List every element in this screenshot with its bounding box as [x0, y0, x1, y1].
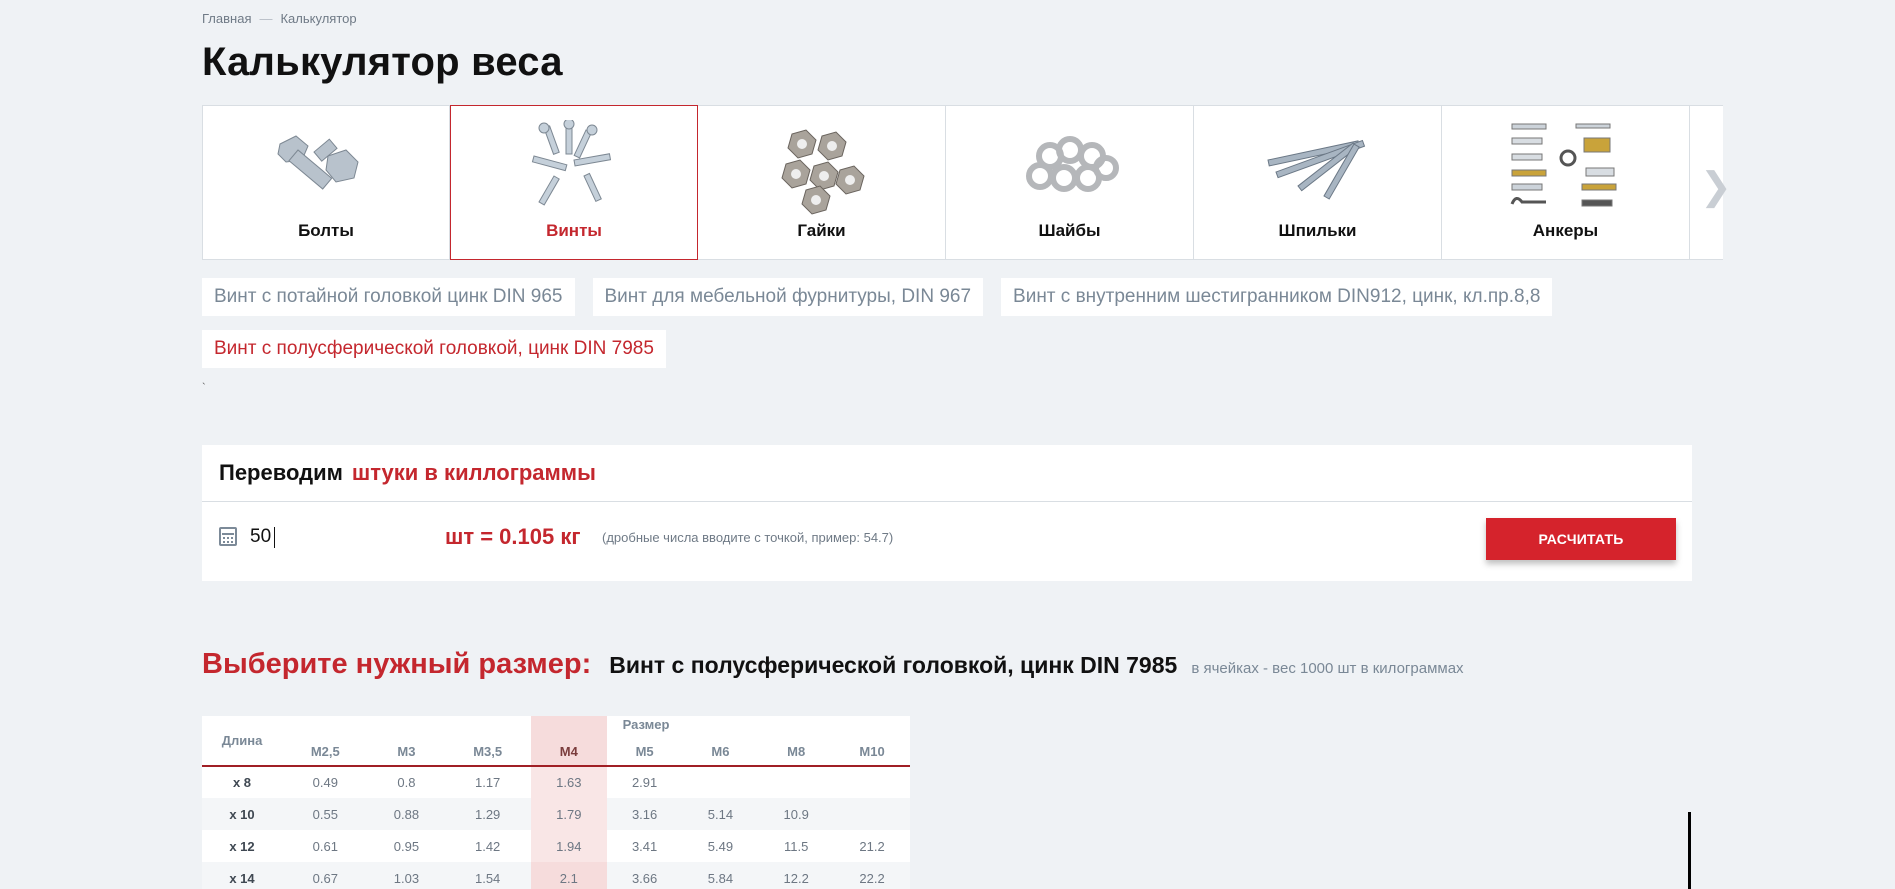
table-note: в ячейках - вес 1000 шт в килограммах	[1191, 660, 1464, 677]
size-column-header[interactable]: M5	[606, 716, 683, 767]
weight-cell[interactable]: 1.79	[530, 798, 607, 830]
studs-image	[1266, 139, 1365, 200]
weight-cell[interactable]: 3.41	[607, 830, 683, 862]
weight-cell[interactable]: 0.49	[282, 766, 369, 798]
weight-cell[interactable]: 1.29	[444, 798, 531, 830]
weight-cell[interactable]: 3.66	[606, 862, 683, 889]
weight-cell[interactable]: 11.5	[758, 830, 834, 862]
calculate-button[interactable]: РАСЧИТАТЬ	[1486, 518, 1676, 560]
weight-cell[interactable]: 21.2	[834, 830, 910, 862]
weight-cell[interactable]: 1.42	[444, 830, 531, 862]
weight-cell[interactable]: 12.2	[758, 862, 835, 889]
weight-cell[interactable]: 5.84	[682, 862, 759, 889]
carousel-next-arrow-icon[interactable]: ❯	[1700, 164, 1732, 209]
product-name: Винт с полусферической головкой, цинк DI…	[609, 652, 1178, 678]
weight-cell[interactable]: 5.49	[683, 830, 759, 862]
scrollbar-thumb[interactable]	[1688, 812, 1691, 889]
length-label: x 12	[229, 838, 255, 854]
table-row: x 8 0.49 0.8 1.17 1.63 2.91	[202, 766, 910, 798]
calculator-title-red: штуки в киллограммы	[351, 460, 596, 485]
weight-cell[interactable]: 5.14	[682, 798, 759, 830]
subcategory-din965[interactable]: Винт с потайной головкой цинк DIN 965	[202, 278, 575, 316]
breadcrumb-current: Калькулятор	[280, 11, 357, 26]
category-carousel: Болты Винты Гайки Шайбы Шпильки Анкеры	[202, 105, 1727, 260]
washers-image	[1025, 136, 1119, 192]
table-row: x 14 0.67 1.03 1.54 2.1 3.66 5.84 12.2 22.2	[202, 862, 910, 889]
weight-cell[interactable]: 2.91	[607, 766, 683, 798]
weight-cell	[758, 766, 834, 798]
category-label: Шпильки	[1278, 221, 1357, 240]
length-label: x 14	[202, 862, 282, 889]
size-column-header[interactable]: M6	[682, 716, 759, 767]
weight-cell[interactable]: 0.67	[282, 862, 369, 889]
weight-cell[interactable]: 1.94	[530, 830, 607, 862]
category-label: Болты	[298, 221, 354, 240]
weight-cell	[683, 766, 759, 798]
category-label: Анкеры	[1532, 221, 1599, 240]
category-washers[interactable]: Шайбы	[946, 105, 1194, 260]
breadcrumb-home-link[interactable]: Главная	[202, 11, 251, 26]
weight-cell[interactable]: 1.54	[444, 862, 531, 889]
weight-cell[interactable]: 1.17	[444, 766, 531, 798]
weight-cell[interactable]: 0.88	[368, 798, 445, 830]
text-caret	[274, 527, 275, 548]
calculator-icon	[219, 527, 237, 546]
weight-cell[interactable]: 0.95	[369, 830, 445, 862]
length-label: x 10	[202, 798, 282, 830]
anchors-image	[1510, 123, 1616, 207]
nuts-image	[780, 129, 865, 215]
category-anchors[interactable]: Анкеры	[1442, 105, 1690, 260]
screws-image	[531, 120, 612, 206]
quantity-input[interactable]	[250, 522, 430, 552]
weight-cell[interactable]: 2.1	[530, 862, 607, 889]
weight-calculator: Переводим штуки в киллограммы шт = 0.105…	[202, 445, 1692, 581]
table-row: x 12 0.61 0.95 1.42 1.94 3.41 5.49 11.5 21.2	[202, 830, 910, 862]
size-column-header[interactable]: M2,5	[282, 716, 369, 767]
subcategory-din7985[interactable]: Винт с полусферической головкой, цинк DI…	[202, 330, 666, 368]
size-weight-table: Размер Длина M2,5 M3 M3,5 M4 M5 M6 M8 M10 x 8 0.…	[202, 716, 910, 889]
weight-cell	[834, 798, 910, 830]
weight-cell[interactable]: 10.9	[758, 798, 835, 830]
size-column-header[interactable]: M8	[758, 716, 835, 767]
length-header: Длина	[202, 716, 282, 767]
input-hint: (дробные числа вводите с точкой, пример:…	[602, 530, 894, 545]
category-nuts[interactable]: Гайки	[698, 105, 946, 260]
weight-cell[interactable]: 1.03	[368, 862, 445, 889]
weight-cell[interactable]: 1.63	[530, 766, 607, 798]
category-bolts[interactable]: Болты	[202, 105, 450, 260]
size-column-header[interactable]: M3,5	[444, 716, 531, 767]
weight-cell[interactable]: 3.16	[606, 798, 683, 830]
weight-cell[interactable]: 0.61	[282, 830, 369, 862]
calculator-title-black: Переводим	[219, 460, 343, 485]
size-column-header[interactable]: M3	[368, 716, 445, 767]
breadcrumb: Главная — Калькулятор	[202, 11, 357, 26]
calculator-title: Переводим штуки в киллограммы	[202, 445, 1692, 502]
category-studs[interactable]: Шпильки	[1194, 105, 1442, 260]
bolts-image	[277, 135, 359, 190]
size-heading: Выберите нужный размер:	[202, 648, 592, 680]
size-column-header[interactable]: M10	[834, 716, 910, 767]
subcategory-din912[interactable]: Винт с внутренним шестигранником DIN912,…	[1001, 278, 1553, 316]
stray-mark: `	[202, 382, 206, 394]
size-column-header[interactable]: M4	[530, 716, 607, 767]
subcategory-list: Винт с потайной головкой цинк DIN 965 Ви…	[202, 278, 1742, 368]
length-label: x 8	[232, 775, 252, 790]
breadcrumb-separator: —	[259, 11, 273, 26]
weight-cell[interactable]: 22.2	[834, 862, 910, 889]
subcategory-din967[interactable]: Винт для мебельной фурнитуры, DIN 967	[592, 278, 984, 316]
category-label: Шайбы	[1038, 221, 1101, 240]
weight-cell[interactable]: 0.8	[369, 766, 445, 798]
page-title: Калькулятор веса	[202, 40, 563, 84]
calculation-result: шт = 0.105 кг	[445, 524, 581, 549]
size-section-heading: Выберите нужный размер: Винт с полусфери…	[202, 648, 1464, 681]
table-row: x 10 0.55 0.88 1.29 1.79 3.16 5.14 10.9	[202, 798, 910, 830]
category-label: Гайки	[797, 221, 846, 240]
weight-cell[interactable]: 0.55	[282, 798, 369, 830]
weight-cell	[834, 766, 910, 798]
category-screws[interactable]: Винты	[450, 105, 698, 260]
category-label: Винты	[546, 221, 602, 240]
